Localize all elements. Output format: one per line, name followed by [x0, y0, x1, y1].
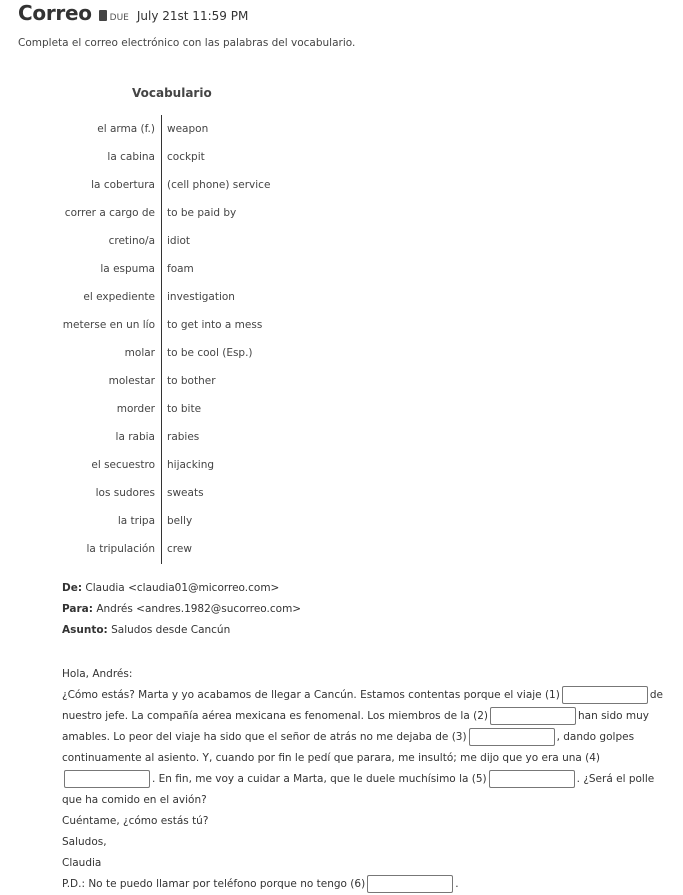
- due-date: July 21st 11:59 PM: [136, 9, 249, 23]
- vocabulary-row: el arma (f.) weapon: [40, 115, 300, 143]
- blank-6-input[interactable]: [367, 875, 454, 893]
- blank-5-input[interactable]: [488, 770, 575, 788]
- vocabulary-row: el secuestro hijacking: [40, 451, 300, 479]
- vocabulary-row: morder to bite: [40, 395, 300, 423]
- assignment-header: Correo DUE July 21st 11:59 PM: [18, 1, 248, 25]
- vocabulary-spanish: la cobertura: [91, 179, 155, 191]
- vocabulary-english: (cell phone) service: [167, 179, 271, 191]
- vocabulary-english: sweats: [167, 487, 204, 499]
- vocabulary-spanish: los sudores: [95, 487, 155, 499]
- vocabulary-english: weapon: [167, 123, 209, 135]
- from-label: De:: [62, 582, 83, 594]
- vocabulary-spanish: cretino/a: [108, 235, 155, 247]
- blank-3-input[interactable]: [468, 728, 555, 746]
- vocabulary-english: crew: [167, 543, 192, 555]
- vocabulary-row: los sudores sweats: [40, 479, 300, 507]
- subject-value: Saludos desde Cancún: [111, 624, 231, 636]
- email-from: De: Claudia <claudia01@micorreo.com>: [62, 580, 301, 601]
- assignment-title: Correo: [18, 1, 92, 25]
- book-icon: [98, 10, 107, 21]
- blank-2-input[interactable]: [490, 707, 576, 725]
- vocabulary-spanish: molestar: [108, 375, 155, 387]
- vocabulary-row: la tripulación crew: [40, 535, 300, 563]
- ps-text: P.D.: No te puedo llamar por teléfono po…: [62, 878, 366, 890]
- vocabulary-spanish: la cabina: [107, 151, 155, 163]
- vocabulary-spanish: el secuestro: [91, 459, 155, 471]
- vocabulary-english: hijacking: [167, 459, 215, 471]
- vocabulary-spanish: la tripa: [117, 515, 155, 527]
- vocabulary-english: to be paid by: [167, 207, 237, 219]
- question-line: Cuéntame, ¿cómo estás tú?: [62, 815, 209, 827]
- vocabulary-spanish: correr a cargo de: [64, 207, 155, 219]
- vocabulary-english: investigation: [167, 291, 235, 303]
- vocabulary-english: idiot: [167, 235, 191, 247]
- vocabulary-row: cretino/a idiot: [40, 227, 300, 255]
- email-paragraph: ¿Cómo estás? Marta y yo acabamos de lleg…: [62, 685, 667, 811]
- vocabulary-row: la tripa belly: [40, 507, 300, 535]
- vocabulary-row: correr a cargo de to be paid by: [40, 199, 300, 227]
- vocabulary-english: cockpit: [167, 151, 205, 163]
- email-body: Hola, Andrés: ¿Cómo estás? Marta y yo ac…: [62, 664, 667, 895]
- vocabulary-row: meterse en un lío to get into a mess: [40, 311, 300, 339]
- vocabulary-row: la espuma foam: [40, 255, 300, 283]
- vocabulary-english: to bother: [167, 375, 216, 387]
- vocabulary-row: el expediente investigation: [40, 283, 300, 311]
- vocabulary-spanish: el expediente: [83, 291, 155, 303]
- instructions: Completa el correo electrónico con las p…: [18, 37, 356, 49]
- vocabulary-english: rabies: [167, 431, 200, 443]
- email-subject: Asunto: Saludos desde Cancún: [62, 622, 301, 643]
- vocabulary-spanish: la tripulación: [86, 543, 155, 555]
- vocabulary-row: molestar to bother: [40, 367, 300, 395]
- blank-4-input[interactable]: [64, 770, 150, 788]
- to-value: Andrés <andres.1982@sucorreo.com>: [96, 603, 302, 615]
- vocabulary-spanish: la espuma: [100, 263, 155, 275]
- vocabulary-spanish: meterse en un lío: [62, 319, 155, 331]
- greeting: Hola, Andrés:: [62, 668, 133, 680]
- vocabulary-table: el arma (f.) weapon la cabina cockpit la cob…: [40, 115, 300, 563]
- vocabulary-row: la cobertura (cell phone) service: [40, 171, 300, 199]
- vocabulary-spanish: morder: [116, 403, 155, 415]
- vocabulary-english: foam: [167, 263, 194, 275]
- ps-end: .: [455, 878, 459, 890]
- text-segment: ¿Cómo estás? Marta y yo acabamos de lleg…: [62, 689, 560, 701]
- to-label: Para:: [62, 603, 93, 615]
- email-headers: De: Claudia <claudia01@micorreo.com> Par…: [62, 580, 301, 643]
- vocabulary-row: molar to be cool (Esp.): [40, 339, 300, 367]
- blank-1-input[interactable]: [561, 686, 648, 704]
- vocabulary-spanish: el arma (f.): [97, 123, 155, 135]
- from-value: Claudia <claudia01@micorreo.com>: [85, 582, 280, 594]
- text-segment: . En fin, me voy a cuidar a Marta, que l…: [152, 773, 487, 785]
- vocabulary-english: to get into a mess: [167, 319, 263, 331]
- postscript: P.D.: No te puedo llamar por teléfono po…: [62, 874, 667, 895]
- subject-label: Asunto:: [62, 624, 108, 636]
- due-label: DUE: [109, 13, 129, 23]
- closing: Saludos,: [62, 836, 107, 848]
- signature: Claudia: [62, 857, 102, 869]
- vocabulary-english: belly: [167, 515, 193, 527]
- vocabulary-english: to be cool (Esp.): [167, 347, 253, 359]
- email-to: Para: Andrés <andres.1982@sucorreo.com>: [62, 601, 301, 622]
- vocabulary-row: la cabina cockpit: [40, 143, 300, 171]
- vocabulary-row: la rabia rabies: [40, 423, 300, 451]
- vocabulary-spanish: molar: [124, 347, 155, 359]
- vocabulary-spanish: la rabia: [115, 431, 155, 443]
- vocabulary-english: to bite: [167, 403, 202, 415]
- vocabulary-title: Vocabulario: [132, 86, 212, 100]
